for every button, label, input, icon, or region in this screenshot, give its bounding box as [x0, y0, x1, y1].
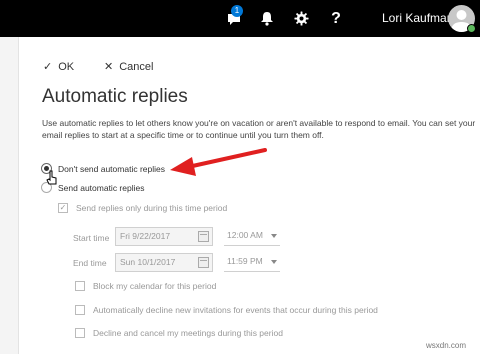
watermark: wsxdn.com	[426, 341, 467, 350]
hand-cursor-icon	[46, 170, 57, 185]
annotation-arrow	[170, 148, 267, 176]
